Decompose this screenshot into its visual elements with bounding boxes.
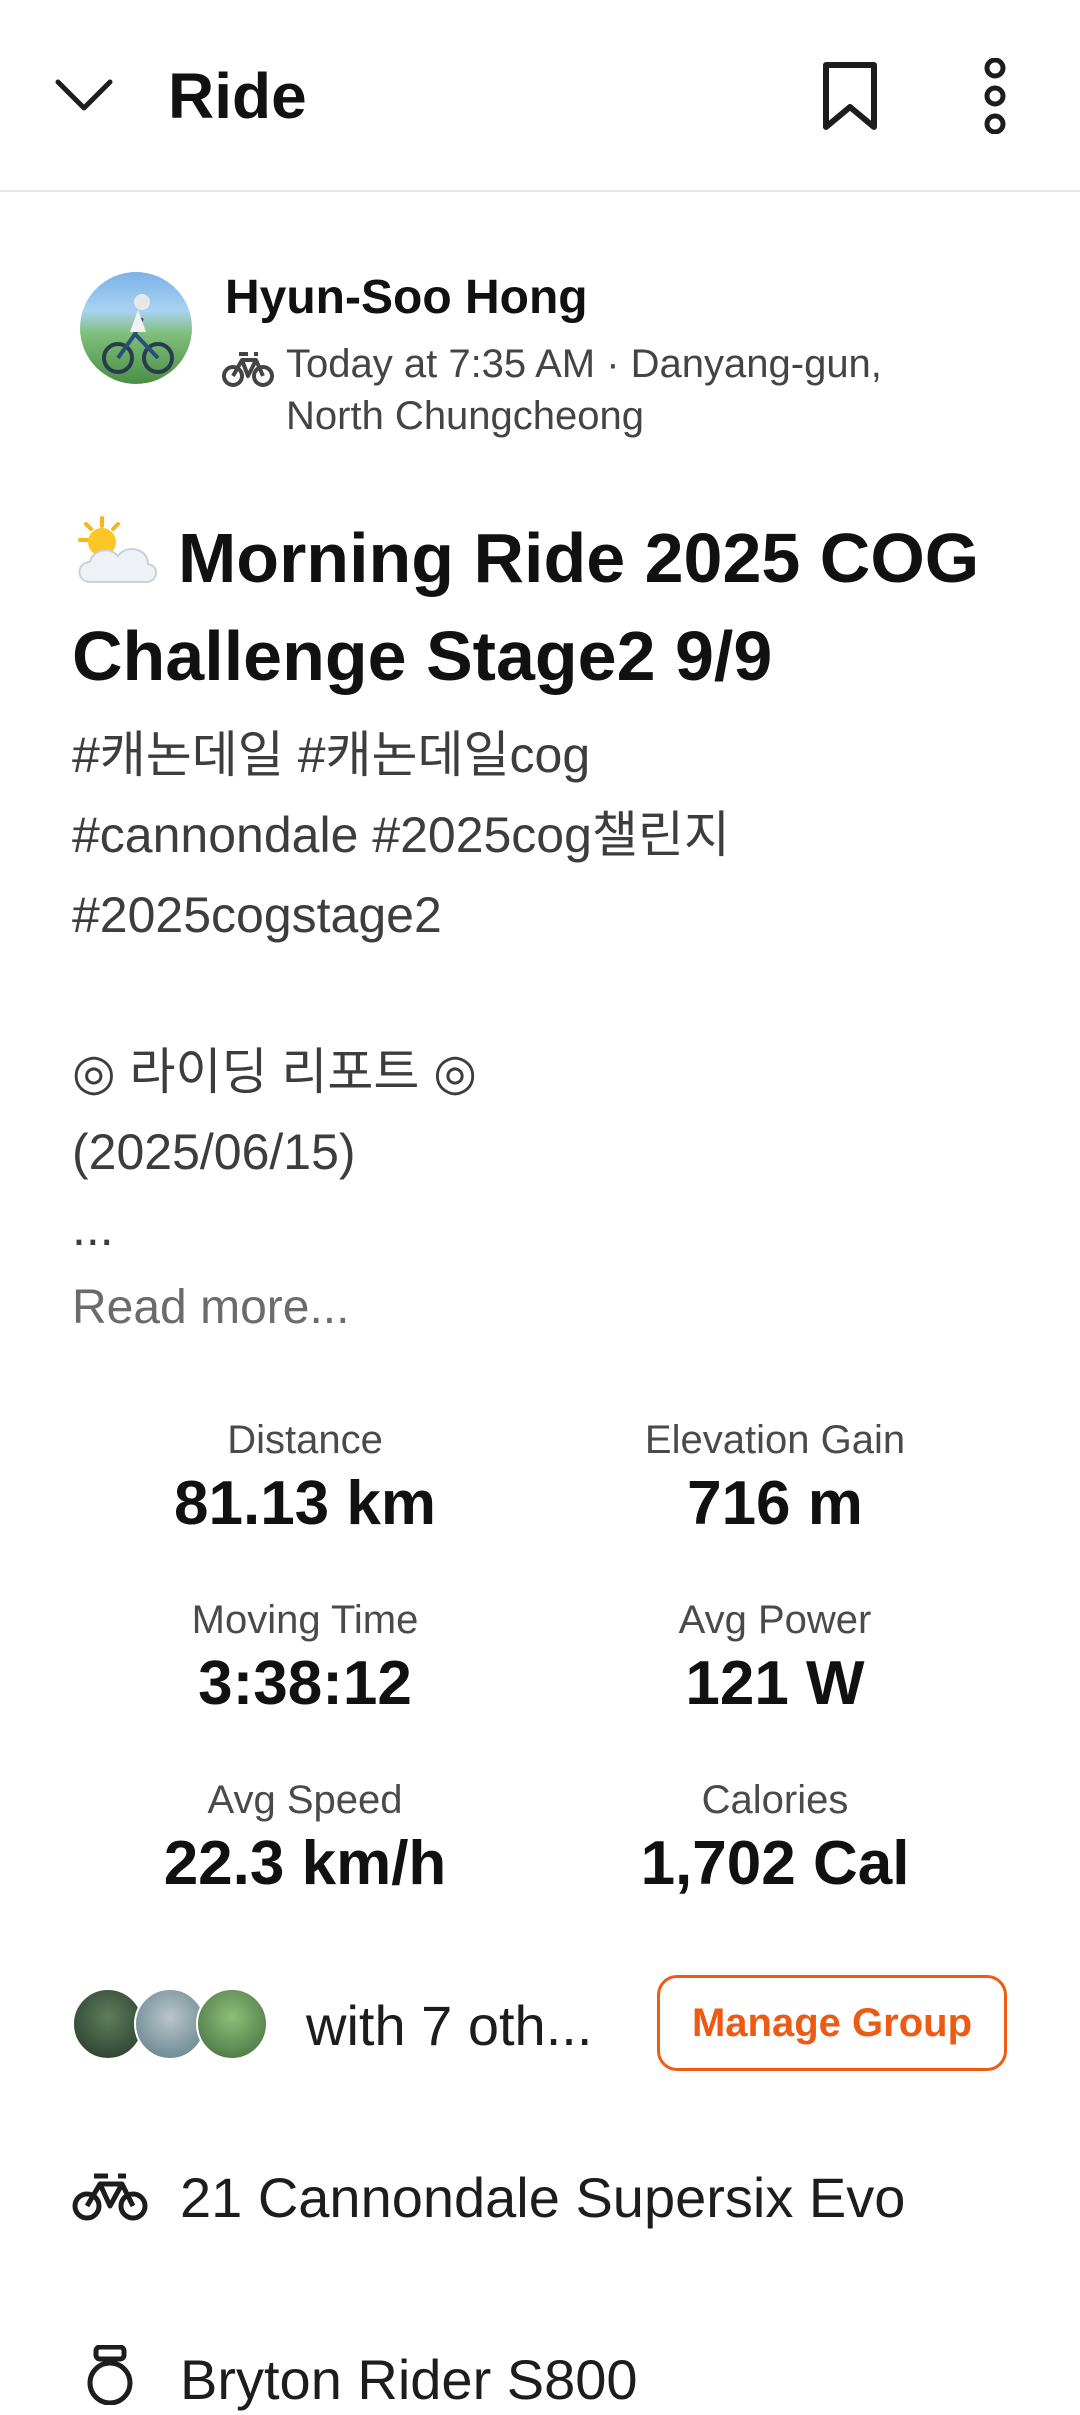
description-line: #2025cogstage2 — [72, 887, 442, 943]
description-line: (2025/06/15) — [72, 1124, 356, 1180]
stat-value: 121 W — [685, 1649, 865, 1718]
bike-icon — [222, 346, 274, 390]
stat-moving-time: Moving Time 3:38:12 — [75, 1594, 535, 1722]
bookmark-button[interactable] — [810, 56, 890, 136]
stat-distance: Distance 81.13 km — [75, 1414, 535, 1542]
more-options-button[interactable] — [955, 56, 1035, 136]
stat-label: Elevation Gain — [644, 1418, 906, 1462]
stat-label: Calories — [701, 1778, 849, 1822]
read-more-link[interactable]: Read more... — [72, 1276, 349, 1340]
group-members-text[interactable]: with 7 oth... — [306, 1990, 592, 2062]
stat-avg-power: Avg Power 121 W — [545, 1594, 1005, 1722]
stat-value: 22.3 km/h — [163, 1829, 447, 1898]
activity-location-region: North Chungcheong — [286, 394, 645, 438]
athlete-name[interactable]: Hyun-Soo Hong — [225, 268, 588, 328]
group-member-avatar — [196, 1988, 268, 2060]
stat-elevation-gain: Elevation Gain 716 m — [545, 1414, 1005, 1542]
activity-title: Morning Ride 2025 COG Challenge Stage2 9… — [72, 512, 1032, 702]
activity-title-line2: Challenge Stage2 9/9 — [72, 617, 773, 695]
activity-time-location: Today at 7:35 AM · Danyang-gun, — [286, 342, 882, 386]
chevron-down-icon — [55, 79, 113, 111]
page-title: Ride — [168, 60, 307, 132]
more-vertical-icon — [984, 58, 1006, 134]
stat-label: Avg Power — [678, 1598, 872, 1642]
stat-value: 716 m — [687, 1469, 863, 1538]
stat-label: Distance — [227, 1418, 383, 1462]
activity-meta: Today at 7:35 AM · Danyang-gun, North Ch… — [286, 338, 986, 442]
stat-calories: Calories 1,702 Cal — [545, 1774, 1005, 1902]
stat-value: 3:38:12 — [198, 1649, 412, 1718]
manage-group-button[interactable]: Manage Group — [657, 1975, 1007, 2071]
collapse-button[interactable] — [44, 56, 124, 136]
stat-avg-speed: Avg Speed 22.3 km/h — [75, 1774, 535, 1902]
description-line: ◎ 라이딩 리포트 ◎ — [72, 1044, 477, 1100]
stat-value: 81.13 km — [174, 1469, 436, 1538]
stat-value: 1,702 Cal — [640, 1829, 910, 1898]
bike-icon — [72, 2168, 148, 2228]
group-avatars[interactable] — [72, 1988, 272, 2064]
gear-bike-name[interactable]: 21 Cannondale Supersix Evo — [180, 2163, 905, 2233]
bookmark-icon — [823, 62, 877, 130]
description-line: #cannondale #2025cog챌린지 — [72, 807, 730, 863]
top-app-bar: Ride — [0, 0, 1080, 192]
description-line: #캐논데일 #캐논데일cog — [72, 727, 591, 783]
gear-device-name[interactable]: Bryton Rider S800 — [180, 2345, 638, 2415]
stat-label: Avg Speed — [207, 1778, 403, 1822]
stat-label: Moving Time — [191, 1598, 419, 1642]
athlete-avatar[interactable] — [80, 272, 192, 384]
watch-icon — [72, 2344, 148, 2406]
sun-behind-cloud-icon — [72, 516, 158, 610]
activity-title-line1: Morning Ride 2025 COG — [178, 519, 980, 597]
description-line: ... — [72, 1200, 114, 1256]
avatar-photo — [102, 294, 174, 374]
